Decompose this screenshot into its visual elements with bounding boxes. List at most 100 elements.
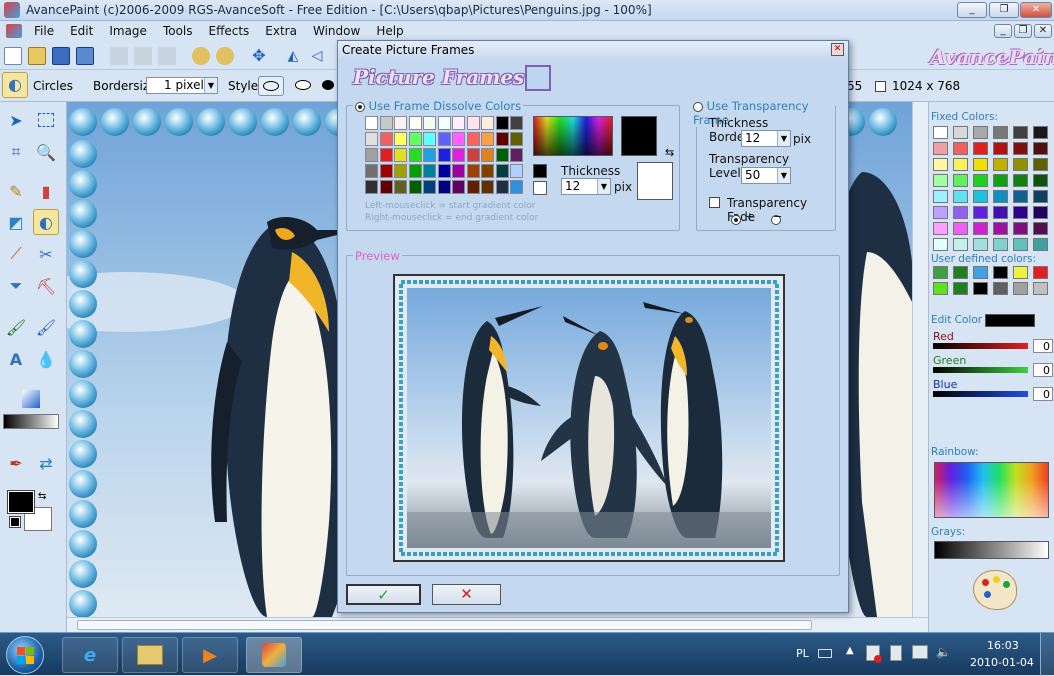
- user-color-swatch[interactable]: [993, 282, 1008, 295]
- palette-swatch[interactable]: [495, 164, 509, 178]
- user-color-swatch[interactable]: [1033, 282, 1048, 295]
- color-brush-icon[interactable]: 🖌: [3, 314, 29, 340]
- fixed-color-swatch[interactable]: [1013, 126, 1028, 139]
- menu-effects[interactable]: Effects: [201, 24, 258, 38]
- red-slider[interactable]: [933, 343, 1028, 349]
- palette-swatch[interactable]: [408, 180, 422, 194]
- doc-restore-button[interactable]: ❐: [1014, 24, 1032, 38]
- fixed-color-swatch[interactable]: [1033, 222, 1048, 235]
- palette-swatch[interactable]: [408, 132, 422, 146]
- zoom-icon[interactable]: 🔍: [33, 139, 59, 165]
- paste-icon[interactable]: [158, 47, 176, 65]
- palette-swatch[interactable]: [510, 116, 523, 130]
- palette-swatch[interactable]: [495, 116, 509, 130]
- style-outline-option[interactable]: [258, 76, 284, 96]
- grays-picker[interactable]: [934, 541, 1049, 559]
- fixed-color-swatch[interactable]: [993, 238, 1008, 251]
- green-value[interactable]: 0: [1033, 363, 1053, 377]
- clock-time[interactable]: 16:03: [987, 639, 1019, 652]
- fade-plus-radio[interactable]: [731, 214, 741, 225]
- explorer-folder-icon[interactable]: [122, 637, 178, 673]
- language-indicator[interactable]: PL: [796, 647, 809, 660]
- palette-swatch[interactable]: [510, 180, 523, 194]
- palette-swatch[interactable]: [394, 132, 407, 146]
- start-button[interactable]: [6, 636, 44, 674]
- palette-swatch[interactable]: [423, 180, 436, 194]
- spray-icon[interactable]: ▮: [33, 178, 59, 204]
- palette-swatch[interactable]: [408, 116, 422, 130]
- select-arrow-icon[interactable]: ➤: [3, 107, 29, 133]
- palette-swatch[interactable]: [365, 164, 378, 178]
- fixed-color-swatch[interactable]: [1033, 174, 1048, 187]
- move-icon[interactable]: ✥: [250, 47, 268, 65]
- palette-swatch[interactable]: [452, 132, 465, 146]
- fixed-color-swatch[interactable]: [993, 158, 1008, 171]
- fixed-color-swatch[interactable]: [1033, 142, 1048, 155]
- user-color-swatch[interactable]: [933, 266, 948, 279]
- scissors-icon[interactable]: ✂: [33, 241, 59, 267]
- fixed-color-swatch[interactable]: [1013, 222, 1028, 235]
- palette-swatch[interactable]: [495, 180, 509, 194]
- fixed-color-swatch[interactable]: [953, 206, 968, 219]
- palette-swatch[interactable]: [452, 148, 465, 162]
- eyedropper-icon[interactable]: ✒: [3, 450, 29, 476]
- palette-swatch[interactable]: [466, 148, 480, 162]
- palette-swatch[interactable]: [408, 164, 422, 178]
- gradient-icon[interactable]: [22, 390, 40, 408]
- fixed-color-swatch[interactable]: [933, 158, 948, 171]
- user-color-swatch[interactable]: [1013, 266, 1028, 279]
- open-folder-icon[interactable]: [28, 47, 46, 65]
- flip-vertical-icon[interactable]: ◁: [308, 47, 326, 65]
- swap-gradient-icon[interactable]: ⇆: [665, 146, 674, 159]
- minimize-button[interactable]: _: [957, 2, 987, 18]
- fixed-color-swatch[interactable]: [993, 142, 1008, 155]
- redo-icon[interactable]: [216, 47, 234, 65]
- palette-swatch[interactable]: [408, 148, 422, 162]
- save-as-icon[interactable]: [76, 47, 94, 65]
- palette-swatch[interactable]: [365, 116, 378, 130]
- fixed-color-swatch[interactable]: [933, 174, 948, 187]
- fixed-color-swatch[interactable]: [973, 238, 988, 251]
- flip-horizontal-icon[interactable]: ◭: [284, 47, 302, 65]
- pencil-icon[interactable]: ✎: [3, 178, 29, 204]
- save-icon[interactable]: [52, 47, 70, 65]
- drop-icon[interactable]: 💧: [33, 346, 59, 372]
- fill-bucket-icon[interactable]: ⛏: [33, 273, 59, 299]
- fixed-color-swatch[interactable]: [933, 190, 948, 203]
- gradient-spectrum[interactable]: [533, 116, 613, 156]
- fixed-color-swatch[interactable]: [993, 190, 1008, 203]
- circle-tool-active-icon[interactable]: ◐: [33, 209, 59, 235]
- palette-swatch[interactable]: [481, 116, 494, 130]
- foreground-color[interactable]: [7, 490, 35, 514]
- bordersize-select[interactable]: 1 pixel ▼: [146, 77, 218, 94]
- palette-swatch[interactable]: [452, 116, 465, 130]
- fixed-color-swatch[interactable]: [973, 158, 988, 171]
- menu-file[interactable]: File: [26, 24, 62, 38]
- palette-swatch[interactable]: [437, 148, 451, 162]
- palette-swatch[interactable]: [437, 164, 451, 178]
- user-color-swatch[interactable]: [1013, 282, 1028, 295]
- palette-swatch[interactable]: [510, 132, 523, 146]
- fixed-color-swatch[interactable]: [1013, 158, 1028, 171]
- palette-swatch[interactable]: [495, 148, 509, 162]
- ok-button[interactable]: ✓: [346, 584, 421, 605]
- doc-close-button[interactable]: ✕: [1034, 24, 1052, 38]
- swap-icon[interactable]: ⇄: [33, 450, 59, 476]
- palette-swatch[interactable]: [466, 180, 480, 194]
- cancel-button[interactable]: ✕: [432, 584, 501, 605]
- start-color-swatch[interactable]: [533, 164, 547, 178]
- fixed-color-swatch[interactable]: [953, 174, 968, 187]
- palette-swatch[interactable]: [423, 132, 436, 146]
- palette-swatch[interactable]: [423, 148, 436, 162]
- user-color-swatch[interactable]: [953, 282, 968, 295]
- fixed-color-swatch[interactable]: [993, 126, 1008, 139]
- line-tool-icon[interactable]: ⟋: [3, 241, 29, 267]
- red-value[interactable]: 0: [1033, 339, 1053, 353]
- fixed-color-swatch[interactable]: [953, 238, 968, 251]
- palette-swatch[interactable]: [495, 132, 509, 146]
- show-hidden-icons[interactable]: ▲: [846, 645, 854, 656]
- fixed-color-swatch[interactable]: [973, 142, 988, 155]
- fixed-color-swatch[interactable]: [953, 142, 968, 155]
- fixed-color-swatch[interactable]: [953, 126, 968, 139]
- palette-swatch[interactable]: [365, 132, 378, 146]
